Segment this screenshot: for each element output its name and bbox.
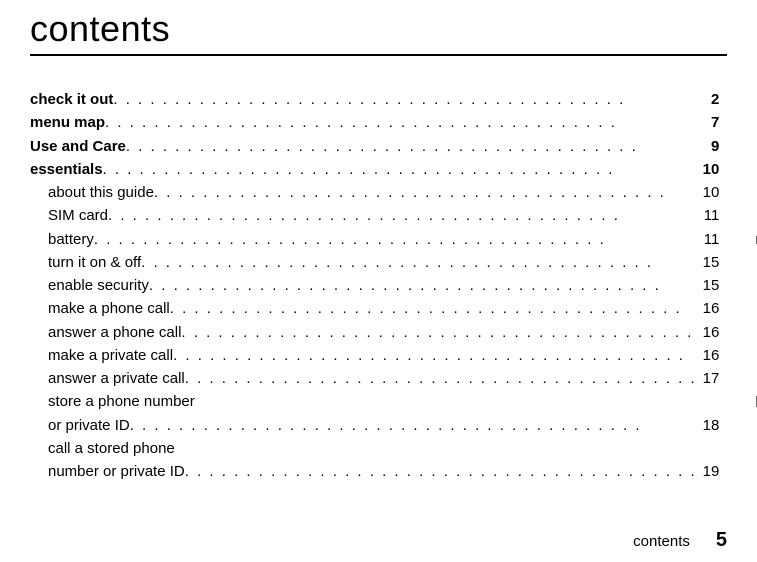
toc-label-wrap: battery	[30, 228, 697, 251]
toc-page-number: 16	[697, 297, 720, 320]
toc-entry: battery 11	[30, 228, 719, 251]
page-title: contents	[30, 8, 727, 50]
toc-entry: answer a private call 17	[30, 367, 719, 390]
toc-leader-dots	[105, 111, 697, 134]
toc-entry: or private ID 18	[30, 414, 719, 437]
toc-page-number: 18	[697, 414, 720, 437]
toc-label-wrap: Use and Care	[30, 135, 697, 158]
toc-label: SIM card	[48, 204, 108, 227]
toc-label: essentials	[30, 158, 103, 181]
toc-columns: check it out2menu map7Use and Care9essen…	[30, 88, 727, 508]
toc-page-number: 15	[697, 251, 720, 274]
toc-entry: make a private call 16	[30, 344, 719, 367]
toc-leader-dots	[181, 321, 696, 344]
footer: contents 5	[633, 529, 727, 552]
footer-page-number: 5	[716, 529, 727, 552]
toc-entry: number or private ID 19	[30, 460, 719, 483]
toc-entry: make a phone call 16	[30, 297, 719, 320]
toc-page-number: 15	[697, 274, 720, 297]
toc-leader-dots	[185, 460, 697, 483]
toc-leader-dots	[126, 135, 697, 158]
toc-leader-dots	[108, 204, 697, 227]
toc-label-wrap: number or private ID	[30, 460, 697, 483]
toc-label-wrap: menu map	[30, 111, 697, 134]
toc-leader-dots	[141, 251, 697, 274]
toc-page-number: 19	[697, 460, 720, 483]
toc-label-wrap: make a phone call	[30, 297, 697, 320]
toc-label-wrap: make a private call	[30, 344, 697, 367]
toc-column-1: check it out2menu map7Use and Care9essen…	[30, 88, 719, 508]
page: contents check it out2menu map7Use and C…	[0, 0, 757, 562]
toc-label-wrap: enable security	[30, 274, 697, 297]
toc-entry: check it out 2	[30, 88, 719, 111]
toc-leader-dots	[173, 344, 697, 367]
toc-page-number: 7	[697, 111, 719, 134]
toc-page-number: 10	[697, 181, 720, 204]
toc-label-wrap: essentials	[30, 158, 697, 181]
toc-page-number: 11	[697, 204, 719, 227]
toc-page-number: 16	[697, 321, 720, 344]
toc-label: answer a private call	[48, 367, 185, 390]
toc-page-number: 17	[697, 367, 720, 390]
toc-page-number: 16	[697, 344, 720, 367]
toc-leader-dots	[94, 228, 697, 251]
toc-leader-dots	[170, 297, 697, 320]
toc-label: or private ID	[48, 414, 130, 437]
toc-label: make a private call	[48, 344, 173, 367]
toc-leader-dots	[130, 414, 697, 437]
toc-label-wrap: store a phone number	[30, 390, 719, 413]
toc-label: menu map	[30, 111, 105, 134]
toc-entry: Use and Care 9	[30, 135, 719, 158]
toc-entry: essentials 10	[30, 158, 719, 181]
toc-label: turn it on & off	[48, 251, 141, 274]
toc-leader-dots	[149, 274, 697, 297]
footer-label: contents	[633, 533, 690, 550]
toc-entry: call a stored phone	[30, 437, 719, 460]
toc-entry: menu map 7	[30, 111, 719, 134]
toc-label-wrap: answer a phone call	[30, 321, 697, 344]
toc-label: about this guide	[48, 181, 154, 204]
toc-leader-dots	[185, 367, 697, 390]
toc-page-number: 9	[697, 135, 719, 158]
toc-label: number or private ID	[48, 460, 185, 483]
toc-entry: about this guide 10	[30, 181, 719, 204]
toc-label: battery	[48, 228, 94, 251]
toc-label-wrap: turn it on & off	[30, 251, 697, 274]
toc-entry: enable security 15	[30, 274, 719, 297]
toc-entry: SIM card 11	[30, 204, 719, 227]
toc-label: Use and Care	[30, 135, 126, 158]
toc-leader-dots	[113, 88, 697, 111]
toc-entry: turn it on & off 15	[30, 251, 719, 274]
toc-leader-dots	[154, 181, 697, 204]
toc-label-wrap: answer a private call	[30, 367, 697, 390]
toc-label-wrap: SIM card	[30, 204, 697, 227]
toc-label-wrap: check it out	[30, 88, 697, 111]
toc-page-number: 10	[697, 158, 720, 181]
toc-label: answer a phone call	[48, 321, 181, 344]
toc-label: enable security	[48, 274, 149, 297]
toc-label-wrap: or private ID	[30, 414, 697, 437]
toc-page-number: 11	[697, 228, 719, 251]
toc-label: call a stored phone	[48, 437, 175, 460]
toc-label-wrap: call a stored phone	[30, 437, 719, 460]
toc-label: make a phone call	[48, 297, 170, 320]
toc-label: store a phone number	[48, 390, 195, 413]
toc-entry: answer a phone call 16	[30, 321, 719, 344]
toc-entry: store a phone number	[30, 390, 719, 413]
title-rule: contents	[30, 8, 727, 56]
toc-leader-dots	[103, 158, 697, 181]
toc-label-wrap: about this guide	[30, 181, 697, 204]
toc-label: check it out	[30, 88, 113, 111]
toc-page-number: 2	[697, 88, 719, 111]
